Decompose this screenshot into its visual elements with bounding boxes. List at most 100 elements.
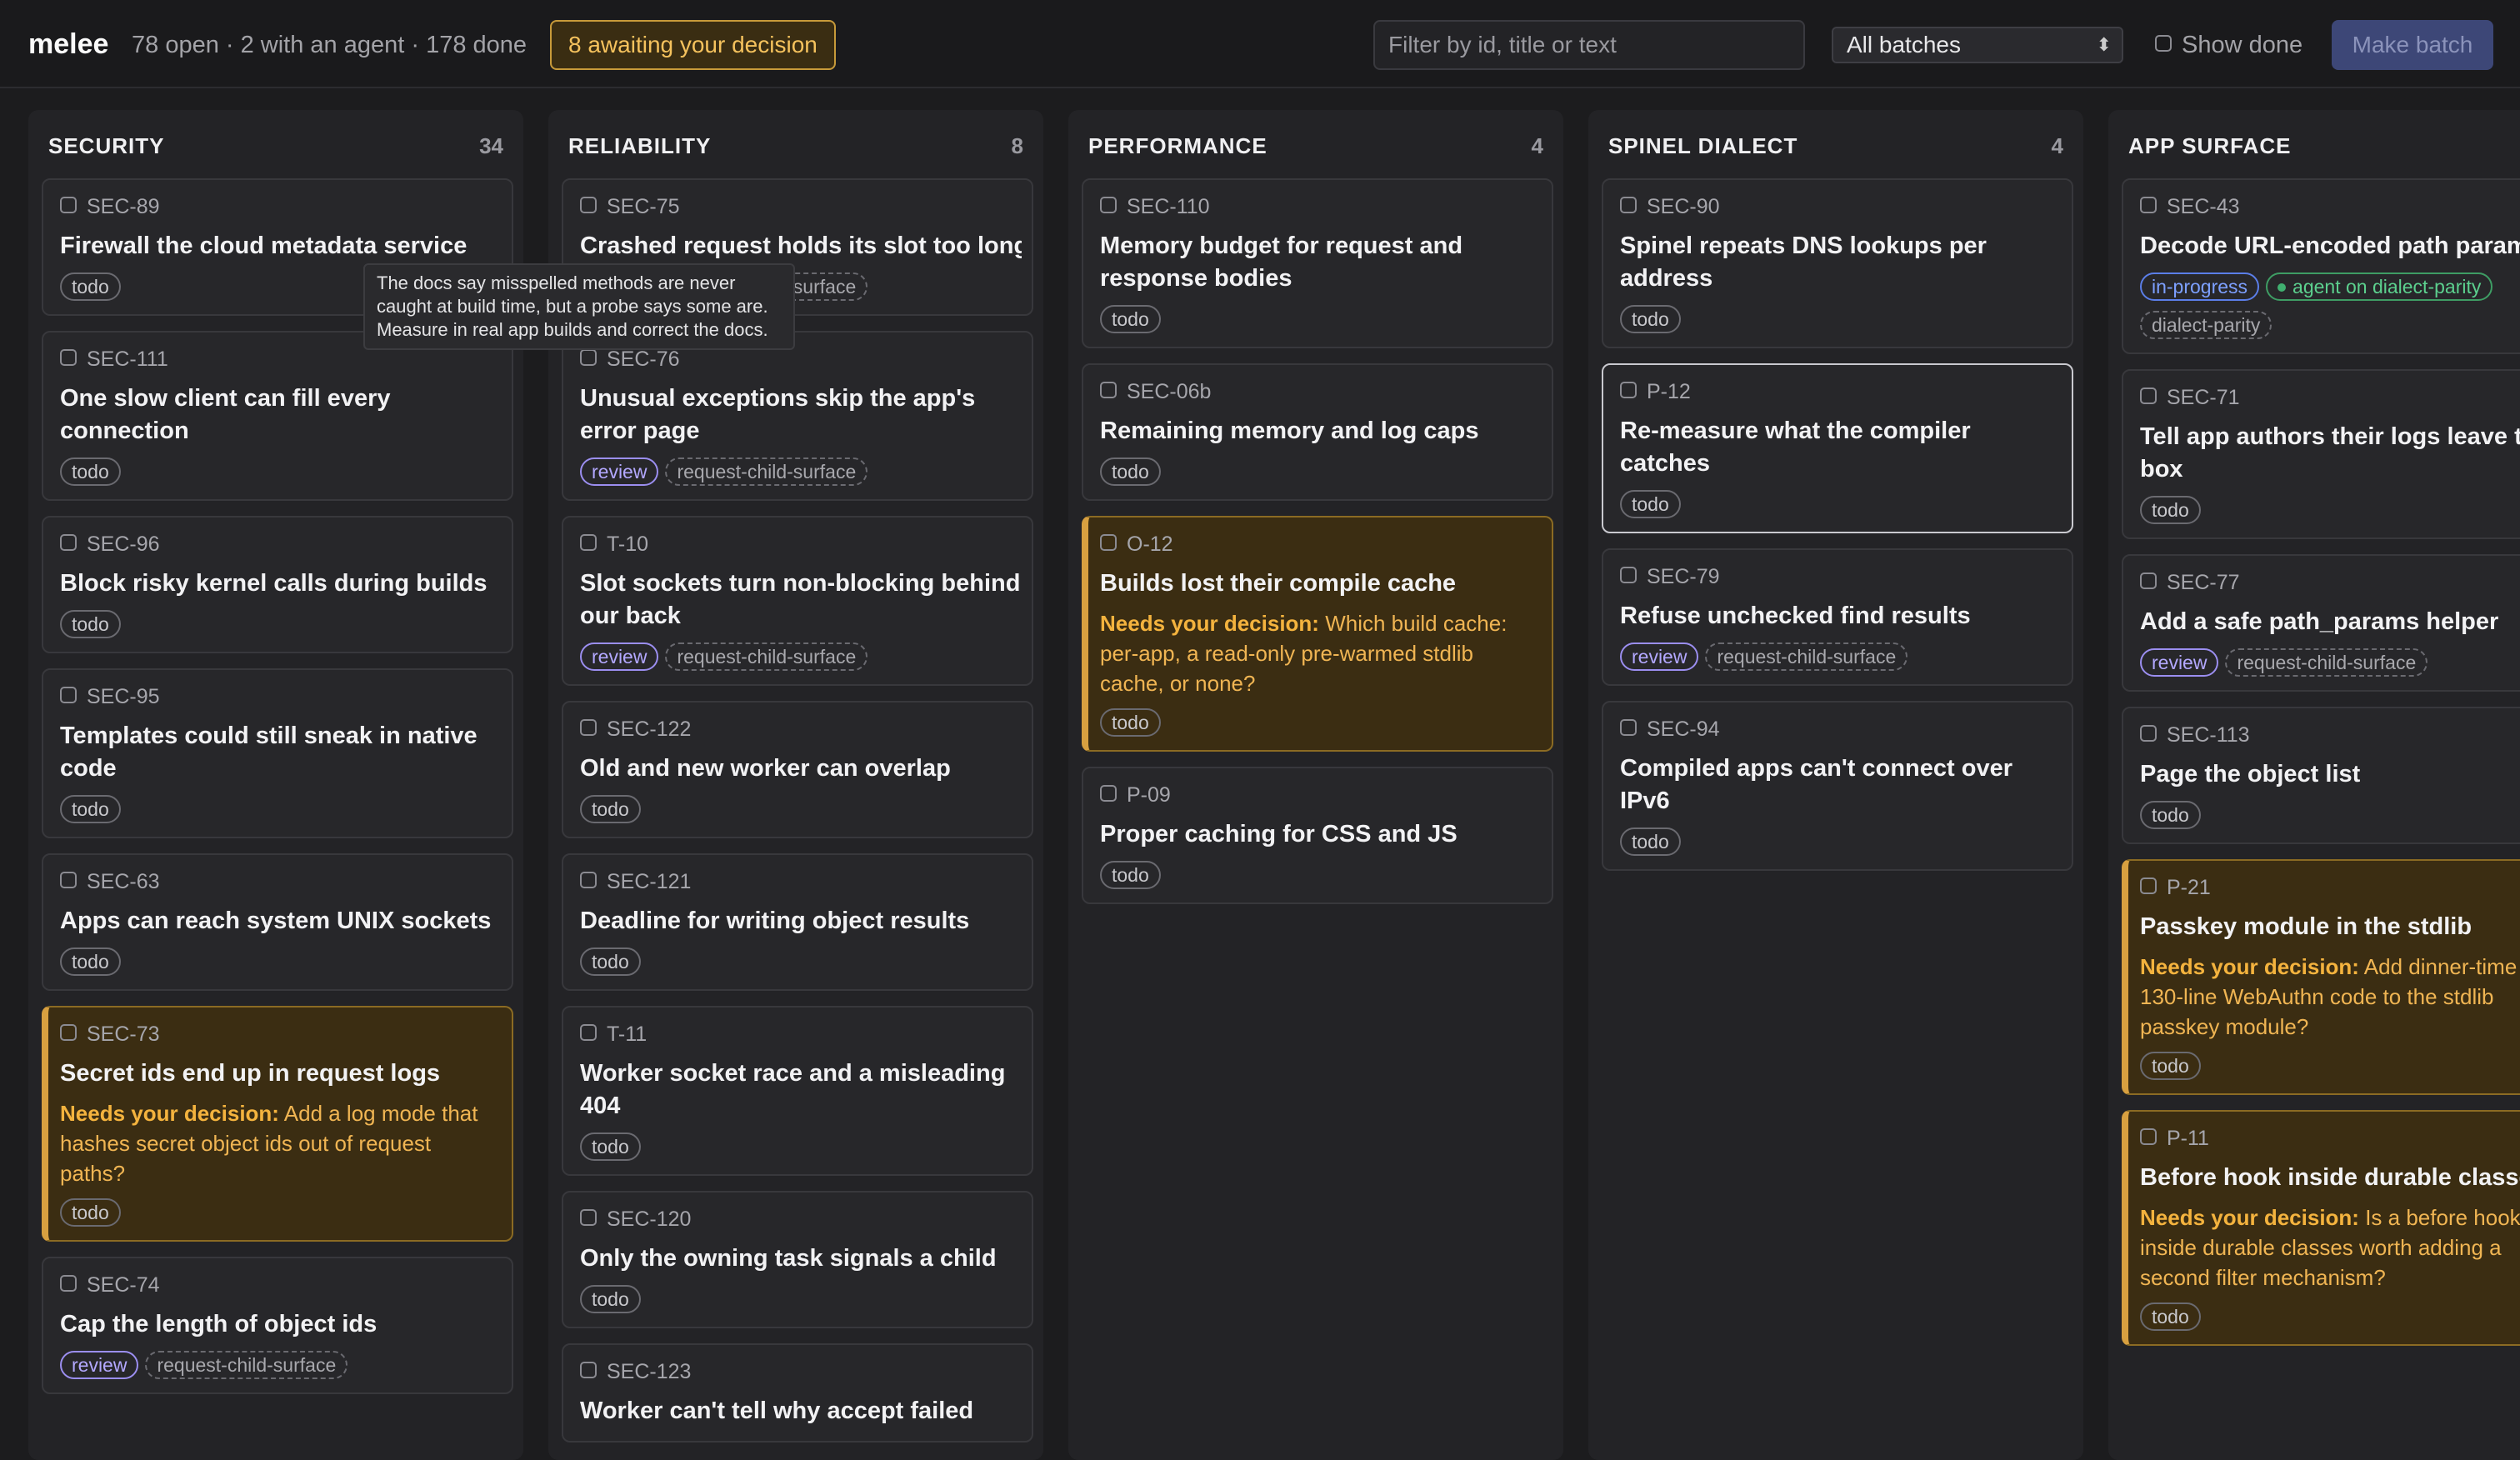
decision-card[interactable]: SEC-73 Secret ids end up in request logs N…	[42, 1006, 513, 1242]
decision-line: Needs your decision: Which build cache:	[1100, 608, 1550, 638]
card-checkbox[interactable]	[580, 872, 597, 889]
task-card[interactable]: SEC-71 Tell app authors their logs leave …	[2122, 369, 2520, 539]
card-checkbox[interactable]	[1620, 382, 1637, 399]
badge-text: todo	[592, 798, 629, 820]
card-title: Cap the length of object ids	[60, 1308, 502, 1341]
card-badges: todo	[1620, 305, 1688, 333]
card-badges: todo	[580, 1285, 648, 1313]
card-checkbox[interactable]	[580, 349, 597, 367]
top-bar: melee 78 open · 2 with an agent · 178 do…	[0, 0, 2520, 88]
task-card[interactable]: SEC-96 Block risky kernel calls during bu…	[42, 516, 513, 653]
task-card[interactable]: SEC-111 One slow client can fill every con…	[42, 331, 513, 501]
card-checkbox[interactable]	[60, 687, 77, 704]
card-title: Proper caching for CSS and JS	[1100, 818, 1542, 851]
card-id: SEC-121	[580, 870, 691, 894]
task-card[interactable]: T-11 Worker socket race and a misleading 4…	[562, 1006, 1033, 1176]
card-title-line: Templates could still sneak in native	[60, 722, 478, 749]
card-title: Page the object list	[2140, 758, 2520, 791]
card-badges: todo	[60, 272, 128, 301]
task-card[interactable]: SEC-43 Decode URL-encoded path params in-p…	[2122, 178, 2520, 354]
card-checkbox[interactable]	[2140, 1128, 2157, 1146]
card-title-line: Compiled apps can't connect over	[1620, 755, 2012, 782]
card-checkbox[interactable]	[1620, 567, 1637, 584]
task-card[interactable]: SEC-79 Refuse unchecked find results revie…	[1602, 548, 2073, 686]
card-checkbox[interactable]	[580, 1362, 597, 1379]
card-id-text: SEC-63	[87, 870, 160, 893]
card-checkbox[interactable]	[2140, 878, 2157, 895]
card-checkbox[interactable]	[580, 1024, 597, 1042]
card-title-line: Slot sockets turn non-blocking behind	[580, 570, 1021, 597]
task-card[interactable]: T-10 Slot sockets turn non-blocking behin…	[562, 516, 1033, 686]
card-checkbox[interactable]	[1620, 197, 1637, 214]
awaiting-decision-button[interactable]: 8 awaiting your decision	[550, 20, 836, 70]
card-id-text: T-11	[607, 1022, 648, 1046]
card-checkbox[interactable]	[60, 349, 77, 367]
card-checkbox[interactable]	[60, 534, 77, 552]
show-done-toggle[interactable]: Show done	[2155, 32, 2302, 59]
card-title-line: Re-measure what the compiler	[1620, 418, 1971, 444]
card-checkbox[interactable]	[2140, 388, 2157, 405]
task-card[interactable]: SEC-63 Apps can reach system UNIX sockets…	[42, 853, 513, 991]
decision-line-text: inside durable classes worth adding a	[2140, 1235, 2502, 1260]
card-checkbox[interactable]	[60, 872, 77, 889]
card-checkbox[interactable]	[580, 1209, 597, 1227]
card-checkbox[interactable]	[1100, 197, 1117, 214]
task-card[interactable]: P-12 Re-measure what the compiler catches t…	[1602, 363, 2073, 533]
task-card[interactable]: SEC-76 Unusual exceptions skip the app's e…	[562, 331, 1033, 501]
card-checkbox[interactable]	[2140, 725, 2157, 742]
status-badge: review	[1620, 642, 1699, 671]
status-badge: todo	[60, 458, 121, 486]
decision-line-text: paths?	[60, 1161, 126, 1186]
task-card[interactable]: SEC-120 Only the owning task signals a ch…	[562, 1191, 1033, 1328]
task-card[interactable]: SEC-123 Worker can't tell why accept fail…	[562, 1343, 1033, 1442]
card-id: SEC-77	[2140, 571, 2240, 595]
task-card[interactable]: SEC-77 Add a safe path_params helper revie…	[2122, 554, 2520, 692]
card-title-line: Deadline for writing object results	[580, 908, 970, 934]
card-checkbox[interactable]	[1100, 785, 1117, 802]
filter-input[interactable]	[1373, 20, 1805, 70]
card-title-line: Firewall the cloud metadata service	[60, 232, 468, 259]
show-done-checkbox[interactable]	[2155, 35, 2172, 52]
select-arrows-icon: ⬍	[2096, 34, 2112, 55]
label-badge: dialect-parity	[2140, 311, 2272, 339]
card-badges: todo	[1620, 828, 1688, 856]
card-id-text: SEC-76	[607, 348, 680, 371]
task-card[interactable]: SEC-110 Memory budget for request and resp…	[1082, 178, 1553, 348]
task-card[interactable]: SEC-122 Old and new worker can overlap tod…	[562, 701, 1033, 838]
card-checkbox[interactable]	[60, 197, 77, 214]
card-checkbox[interactable]	[1100, 534, 1117, 552]
card-title-line: IPv6	[1620, 788, 1670, 814]
card-checkbox[interactable]	[1620, 719, 1637, 737]
decision-card[interactable]: O-12 Builds lost their compile cache Needs…	[1082, 516, 1553, 752]
card-id: SEC-110	[1100, 195, 1210, 219]
card-checkbox[interactable]	[580, 719, 597, 737]
card-checkbox[interactable]	[580, 197, 597, 214]
make-batch-button[interactable]: Make batch	[2332, 20, 2493, 70]
decision-card[interactable]: P-11 Before hook inside durable classes Ne…	[2122, 1110, 2520, 1346]
card-id: SEC-74	[60, 1273, 160, 1298]
task-card[interactable]: SEC-74 Cap the length of object ids review…	[42, 1257, 513, 1394]
tooltip-line: Measure in real app builds and correct t…	[377, 319, 768, 340]
card-badges: in-progress agent on dialect-parity	[2140, 272, 2499, 301]
task-card[interactable]: SEC-95 Templates could still sneak in nat…	[42, 668, 513, 838]
decision-line: cache, or none?	[1100, 668, 1550, 698]
card-title: Refuse unchecked find results	[1620, 600, 2062, 632]
card-checkbox[interactable]	[60, 1275, 77, 1292]
status-badge: todo	[1620, 490, 1681, 518]
task-card[interactable]: SEC-94 Compiled apps can't connect over IP…	[1602, 701, 2073, 871]
task-card[interactable]: P-09 Proper caching for CSS and JS todo	[1082, 767, 1553, 904]
batch-select[interactable]: All batches ⬍	[1832, 27, 2123, 63]
card-checkbox[interactable]	[1100, 382, 1117, 399]
card-checkbox[interactable]	[2140, 197, 2157, 214]
card-checkbox[interactable]	[2140, 572, 2157, 590]
card-checkbox[interactable]	[60, 1024, 77, 1042]
decision-card[interactable]: P-21 Passkey module in the stdlib Needs yo…	[2122, 859, 2520, 1095]
task-card[interactable]: SEC-06b Remaining memory and log caps todo	[1082, 363, 1553, 501]
task-card[interactable]: SEC-121 Deadline for writing object resul…	[562, 853, 1033, 991]
badge-text: todo	[72, 613, 109, 635]
card-id: O-12	[1100, 532, 1173, 557]
column-title: SECURITY	[48, 133, 165, 158]
task-card[interactable]: SEC-113 Page the object list todo	[2122, 707, 2520, 844]
task-card[interactable]: SEC-90 Spinel repeats DNS lookups per addr…	[1602, 178, 2073, 348]
card-checkbox[interactable]	[580, 534, 597, 552]
